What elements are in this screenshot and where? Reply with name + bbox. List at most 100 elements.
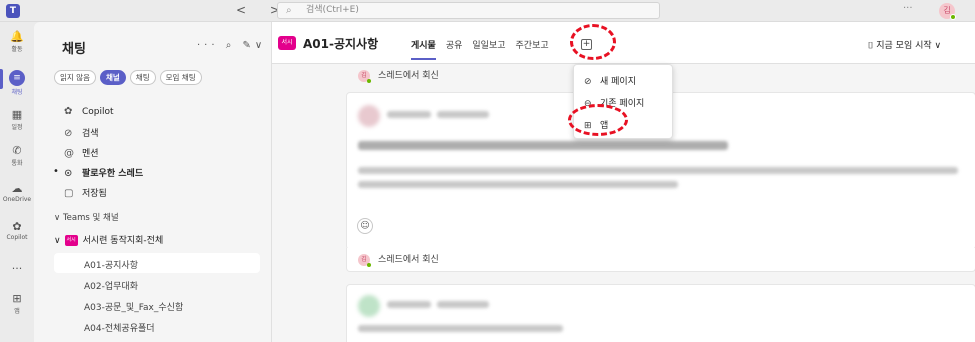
tab-shared[interactable]: 공유 bbox=[446, 38, 463, 60]
presence-dot bbox=[950, 14, 956, 20]
discover-icon: ⊘ bbox=[64, 128, 73, 139]
menu-item-new-page[interactable]: ⊘ 새 페이지 bbox=[584, 74, 636, 87]
calendar-icon: ▦ bbox=[11, 108, 23, 121]
channel-tabs: 게시물 공유 일일보고 주간보고 bbox=[411, 38, 549, 60]
reply-in-thread[interactable]: 김 스레드에서 회신 bbox=[358, 68, 439, 83]
sidebar-item-label: Copilot bbox=[82, 107, 114, 117]
channel-header: 서시 A01-공지사항 게시물 공유 일일보고 주간보고 + ⌷ 지금 모임 시… bbox=[272, 22, 975, 64]
annotation-circle bbox=[568, 104, 628, 136]
phone-icon: ✆ bbox=[12, 144, 22, 157]
reply-label: 스레드에서 회신 bbox=[378, 255, 439, 265]
rail-apps[interactable]: ⊞ 앱 bbox=[0, 292, 34, 315]
app-rail: 🔔 활동 ≡ 채팅 ▦ 일정 ✆ 통화 ☁ OneDrive ✿ Copilot ··· ⊞… bbox=[0, 22, 34, 342]
rail-more[interactable]: ··· bbox=[0, 262, 34, 275]
team-badge: 서시 bbox=[64, 235, 78, 246]
rail-label: 활동 bbox=[11, 46, 23, 53]
more-options-button[interactable]: ··· bbox=[903, 3, 913, 14]
rail-calls[interactable]: ✆ 통화 bbox=[0, 144, 34, 167]
search-input[interactable]: ⌕ 검색(Ctrl+E) bbox=[277, 2, 660, 19]
search-icon: ⌕ bbox=[286, 5, 292, 16]
avatar bbox=[358, 295, 380, 317]
chat-sidebar: 채팅 ··· ⌕ ✎∨ 읽지 않음 채널 채팅 모임 채팅 ✿ Copilot ⊘… bbox=[34, 22, 272, 342]
sidebar-item-label: 멘션 bbox=[82, 149, 99, 159]
sidebar-item-mentions[interactable]: @ 멘션 bbox=[64, 146, 99, 159]
unread-dot: • bbox=[53, 166, 59, 177]
channel-title: A01-공지사항 bbox=[303, 37, 379, 51]
sidebar-item-label: 저장됨 bbox=[82, 189, 107, 199]
reply-bar bbox=[346, 248, 975, 272]
team-item[interactable]: ∨ 서시 서시련 동작지회-전체 bbox=[54, 233, 163, 246]
timestamp bbox=[437, 111, 489, 118]
title-bar: T < > ⌕ 검색(Ctrl+E) ··· 김 bbox=[0, 0, 975, 22]
rail-onedrive[interactable]: ☁ OneDrive bbox=[0, 182, 34, 203]
rail-calendar[interactable]: ▦ 일정 bbox=[0, 108, 34, 131]
menu-item-label: 새 페이지 bbox=[600, 77, 636, 87]
sidebar-item-saved[interactable]: ▢ 저장됨 bbox=[64, 186, 107, 199]
reply-in-thread[interactable]: 김 스레드에서 회신 bbox=[358, 252, 439, 267]
copilot-icon: ✿ bbox=[64, 106, 73, 117]
rail-label: 일정 bbox=[11, 124, 23, 131]
channel-item[interactable]: A02-업무대화 bbox=[84, 279, 138, 292]
tab-weekly-report[interactable]: 주간보고 bbox=[516, 38, 549, 60]
author-name bbox=[387, 301, 431, 308]
sidebar-item-label: 검색 bbox=[82, 129, 99, 139]
sidebar-item-label: 팔로우한 스레드 bbox=[82, 169, 144, 179]
channel-item[interactable]: A04-전체공유폴더 bbox=[84, 321, 155, 334]
sidebar-title: 채팅 bbox=[62, 42, 86, 57]
new-page-icon: ⊘ bbox=[584, 77, 592, 87]
teams-section-header[interactable]: ∨ Teams 및 채널 bbox=[54, 211, 119, 223]
followed-thread-icon: ⊙ bbox=[64, 168, 73, 179]
channel-main: 서시 A01-공지사항 게시물 공유 일일보고 주간보고 + ⌷ 지금 모임 시… bbox=[272, 22, 975, 342]
chip-channels[interactable]: 채널 bbox=[99, 70, 126, 85]
bell-icon: 🔔 bbox=[10, 30, 24, 43]
sidebar-item-search[interactable]: ⊘ 검색 bbox=[64, 126, 99, 139]
rail-activity[interactable]: 🔔 활동 bbox=[0, 30, 34, 53]
timestamp bbox=[437, 301, 489, 308]
meet-now-button[interactable]: ⌷ 지금 모임 시작 ∨ bbox=[868, 38, 941, 51]
rail-label: 채팅 bbox=[11, 89, 23, 96]
cloud-icon: ☁ bbox=[11, 182, 23, 195]
sidebar-item-copilot[interactable]: ✿ Copilot bbox=[64, 106, 114, 117]
chip-unread[interactable]: 읽지 않음 bbox=[54, 70, 96, 85]
avatar: 김 bbox=[358, 69, 371, 83]
add-reaction-icon[interactable]: ☺ bbox=[357, 218, 373, 234]
chip-chats[interactable]: 채팅 bbox=[129, 70, 156, 85]
message-line bbox=[358, 325, 563, 332]
chat-icon: ≡ bbox=[9, 70, 25, 86]
mention-icon: @ bbox=[64, 148, 74, 159]
message-line bbox=[358, 181, 678, 188]
chip-meeting-chats[interactable]: 모임 채팅 bbox=[159, 70, 202, 85]
channel-item[interactable]: A03-공문_및_Fax_수신함 bbox=[84, 300, 183, 313]
filter-chips: 읽지 않음 채널 채팅 모임 채팅 bbox=[54, 70, 202, 85]
rail-chat[interactable]: ≡ 채팅 bbox=[0, 70, 34, 96]
tab-daily-report[interactable]: 일일보고 bbox=[472, 38, 505, 60]
channel-badge: 서시 bbox=[278, 36, 296, 50]
team-name: 서시련 동작지회-전체 bbox=[82, 236, 164, 246]
avatar-initial: 김 bbox=[943, 6, 951, 15]
copilot-icon: ✿ bbox=[12, 220, 22, 233]
rail-label: Copilot bbox=[6, 234, 28, 241]
message-line bbox=[358, 167, 958, 174]
message-card bbox=[346, 284, 975, 342]
reply-label: 스레드에서 회신 bbox=[378, 71, 439, 81]
user-avatar[interactable]: 김 bbox=[939, 3, 956, 20]
channel-item[interactable]: A01-공지사항 bbox=[84, 258, 138, 271]
rail-label: 통화 bbox=[11, 160, 23, 167]
section-label: Teams 및 채널 bbox=[62, 213, 119, 223]
rail-label: OneDrive bbox=[2, 196, 32, 203]
sidebar-actions[interactable]: ··· ⌕ ✎∨ bbox=[197, 40, 266, 51]
avatar bbox=[358, 105, 380, 127]
sidebar-item-followed-threads[interactable]: ⊙ 팔로우한 스레드 bbox=[64, 166, 143, 179]
avatar: 김 bbox=[358, 253, 371, 267]
bookmark-icon: ▢ bbox=[64, 188, 74, 199]
message-heading bbox=[358, 141, 728, 150]
teams-logo-icon: T bbox=[6, 4, 20, 18]
search-placeholder: 검색(Ctrl+E) bbox=[306, 5, 359, 15]
annotation-circle bbox=[570, 24, 616, 60]
author-name bbox=[387, 111, 431, 118]
rail-label: 앱 bbox=[14, 308, 20, 315]
tab-posts[interactable]: 게시물 bbox=[411, 38, 436, 60]
apps-icon: ⊞ bbox=[12, 292, 22, 305]
more-icon: ··· bbox=[11, 262, 23, 275]
rail-copilot[interactable]: ✿ Copilot bbox=[0, 220, 34, 241]
